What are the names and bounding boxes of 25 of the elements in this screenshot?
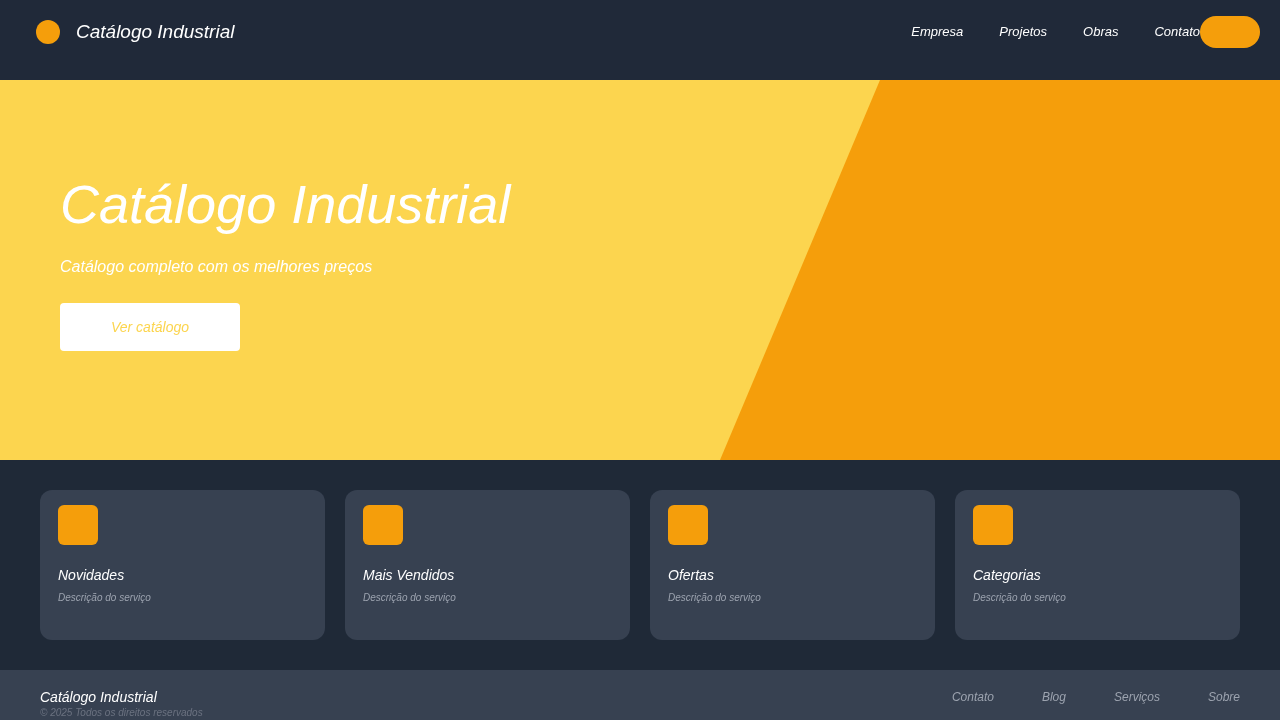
card-tile-icon <box>973 505 1013 545</box>
footer-link[interactable]: Sobre <box>1207 688 1240 706</box>
card-tile-icon <box>668 505 708 545</box>
card-description: Descrição do serviço <box>58 591 151 605</box>
footer-link[interactable]: Serviços <box>1113 688 1160 706</box>
card-title: Mais Vendidos <box>363 566 455 585</box>
card-title: Ofertas <box>668 566 714 585</box>
footer-link[interactable]: Blog <box>1041 688 1066 706</box>
nav-link[interactable]: Obras <box>1083 22 1119 42</box>
card-description: Descrição do serviço <box>668 591 761 605</box>
card-title: Novidades <box>58 566 125 585</box>
card-description: Descrição do serviço <box>363 591 456 605</box>
nav-link[interactable]: Empresa <box>911 22 964 42</box>
card-tile-icon <box>363 505 403 545</box>
nav-link[interactable]: Contato <box>1154 22 1200 42</box>
site-title: Catálogo Industrial <box>76 19 235 44</box>
card-title: Categorias <box>973 566 1041 585</box>
footer-link[interactable]: Contato <box>951 688 994 706</box>
card-description: Descrição do serviço <box>973 591 1066 605</box>
hero-subtitle: Catálogo completo com os melhores preços <box>60 257 373 277</box>
action-button[interactable] <box>1200 16 1260 48</box>
hero-title: Catálogo Industrial <box>60 173 511 236</box>
footer-title: Catálogo Industrial <box>40 688 157 706</box>
card-tile-icon <box>58 505 98 545</box>
nav-link[interactable]: Projetos <box>999 22 1048 42</box>
